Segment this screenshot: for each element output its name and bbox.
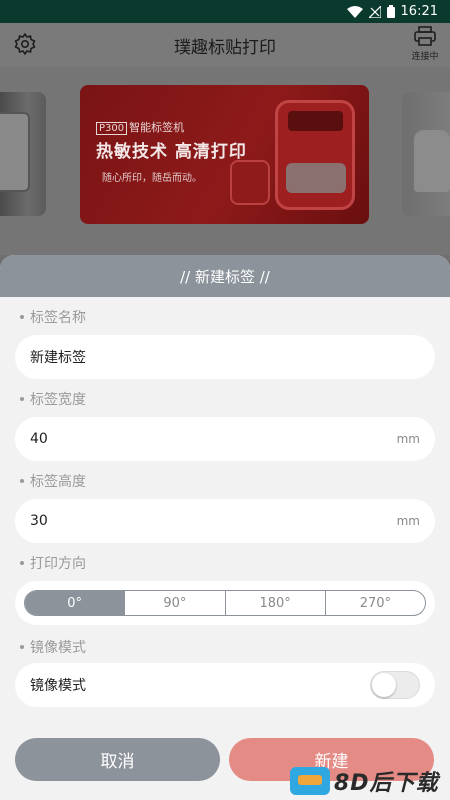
watermark: 8D后下载 xyxy=(290,765,439,797)
bullet-dot-icon xyxy=(20,561,24,565)
app-header: 璞趣标贴打印 连接中 xyxy=(0,23,450,67)
watermark-text: 8D后下载 xyxy=(334,771,439,796)
toggle-knob xyxy=(372,673,396,697)
page-title: 璞趣标贴打印 xyxy=(174,37,276,58)
mirror-mode-row-label: 镜像模式 xyxy=(30,678,86,694)
printer-product-image xyxy=(275,100,355,210)
banner-carousel[interactable]: P300 智能标签机 热敏技术 高清打印 随心所印，随岳而动。 xyxy=(0,67,450,255)
bullet-dot-icon xyxy=(20,397,24,401)
banner-slogan: 随心所印，随岳而动。 xyxy=(102,173,202,184)
settings-gear-icon[interactable] xyxy=(13,32,37,56)
battery-icon xyxy=(386,5,395,18)
label-height-label: 标签高度 xyxy=(20,471,86,491)
label-name-label: 标签名称 xyxy=(20,307,86,327)
label-height-input[interactable]: 30 mm xyxy=(15,499,435,543)
banner-headline: 热敏技术 高清打印 xyxy=(96,142,247,162)
label-name-input[interactable]: 新建标签 xyxy=(15,335,435,379)
wifi-icon xyxy=(346,5,363,18)
label-width-value[interactable]: 40 xyxy=(30,431,48,447)
bullet-dot-icon xyxy=(20,645,24,649)
banner-slide-prev[interactable] xyxy=(0,92,46,216)
banner-slide-current[interactable]: P300 智能标签机 热敏技术 高清打印 随心所印，随岳而动。 xyxy=(80,85,369,224)
direction-option-180[interactable]: 180° xyxy=(226,591,326,615)
watermark-logo-icon xyxy=(290,767,330,795)
printer-product-image-small xyxy=(230,160,270,205)
print-direction-selector: 0° 90° 180° 270° xyxy=(24,590,426,616)
print-direction-label: 打印方向 xyxy=(20,553,86,573)
label-width-input[interactable]: 40 mm xyxy=(15,417,435,461)
status-time: 16:21 xyxy=(400,4,438,19)
bullet-dot-icon xyxy=(20,315,24,319)
direction-option-0[interactable]: 0° xyxy=(25,591,126,615)
cancel-button[interactable]: 取消 xyxy=(15,738,220,781)
height-unit: mm xyxy=(396,514,420,528)
bullet-dot-icon xyxy=(20,479,24,483)
banner-model-tag: P300 xyxy=(96,122,128,135)
label-height-value[interactable]: 30 xyxy=(30,513,48,529)
new-label-dialog: // 新建标签 // 标签名称 新建标签 标签宽度 40 mm 标签高度 30 … xyxy=(0,255,450,800)
printer-icon xyxy=(414,26,436,46)
dialog-title: // 新建标签 // xyxy=(0,255,450,297)
width-unit: mm xyxy=(396,432,420,446)
mirror-mode-toggle[interactable] xyxy=(370,671,420,699)
mirror-mode-row: 镜像模式 xyxy=(15,663,435,707)
banner-slide-next[interactable] xyxy=(402,92,450,216)
label-width-label: 标签宽度 xyxy=(20,389,86,409)
printer-status-label: 连接中 xyxy=(411,52,439,62)
printer-connect-button[interactable]: 连接中 xyxy=(410,26,440,62)
label-name-value[interactable]: 新建标签 xyxy=(30,347,86,367)
direction-option-270[interactable]: 270° xyxy=(326,591,425,615)
direction-option-90[interactable]: 90° xyxy=(125,591,226,615)
mirror-mode-label: 镜像模式 xyxy=(20,637,86,657)
banner-model-name: 智能标签机 xyxy=(129,121,185,134)
signal-off-icon xyxy=(368,5,381,18)
status-bar: 16:21 xyxy=(0,0,450,23)
